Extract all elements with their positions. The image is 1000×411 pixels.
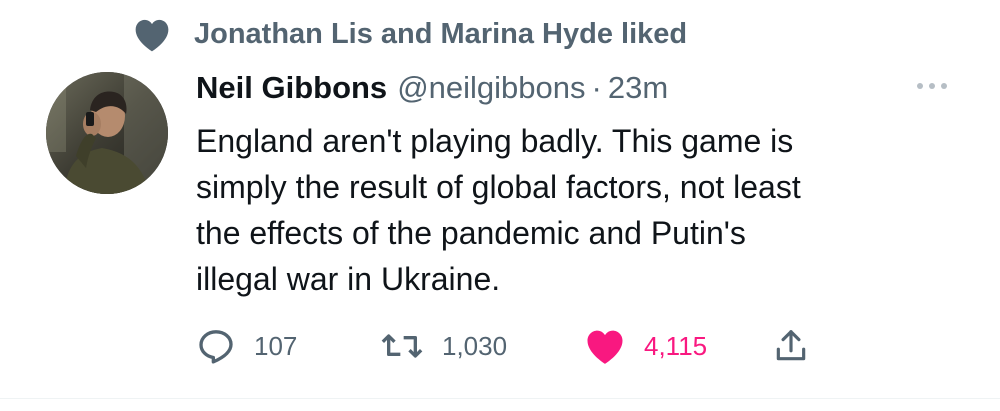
action-bar: 107 1,030 4,115 <box>196 324 836 368</box>
more-options-icon[interactable] <box>912 76 952 96</box>
social-context: Jonathan Lis and Marina Hyde liked <box>132 12 687 56</box>
user-handle[interactable]: @neilgibbons <box>397 70 585 106</box>
reply-icon <box>199 330 233 364</box>
tweet-text-line: illegal war in Ukraine. <box>196 261 501 297</box>
reply-button[interactable]: 107 <box>196 324 297 368</box>
heart-icon <box>587 330 623 364</box>
tweet[interactable]: Jonathan Lis and Marina Hyde liked Neil … <box>0 0 1000 411</box>
retweet-icon <box>381 334 423 358</box>
tweet-text-line: England aren't playing badly. This game … <box>196 123 794 159</box>
reply-count: 107 <box>254 330 298 361</box>
tweet-header: Neil Gibbons @neilgibbons · 23m <box>196 66 668 110</box>
tweet-text-line: simply the result of global factors, not… <box>196 169 801 205</box>
heart-icon <box>135 19 169 52</box>
like-count: 4,115 <box>644 330 708 361</box>
tweet-text-line: the effects of the pandemic and Putin's <box>196 215 746 251</box>
tweet-text: England aren't playing badly. This game … <box>196 118 956 302</box>
liked-by-text: Jonathan Lis and Marina Hyde liked <box>194 17 688 50</box>
like-button[interactable]: 4,115 <box>584 324 707 368</box>
avatar[interactable] <box>46 72 168 194</box>
separator-dot: · <box>591 70 602 105</box>
retweet-button[interactable]: 1,030 <box>380 324 507 368</box>
timestamp[interactable]: 23m <box>608 70 668 106</box>
share-button[interactable] <box>772 324 810 368</box>
display-name[interactable]: Neil Gibbons <box>196 70 387 106</box>
share-icon <box>776 330 806 361</box>
retweet-count: 1,030 <box>442 330 508 361</box>
divider <box>0 398 1000 399</box>
avatar-image <box>46 72 168 194</box>
